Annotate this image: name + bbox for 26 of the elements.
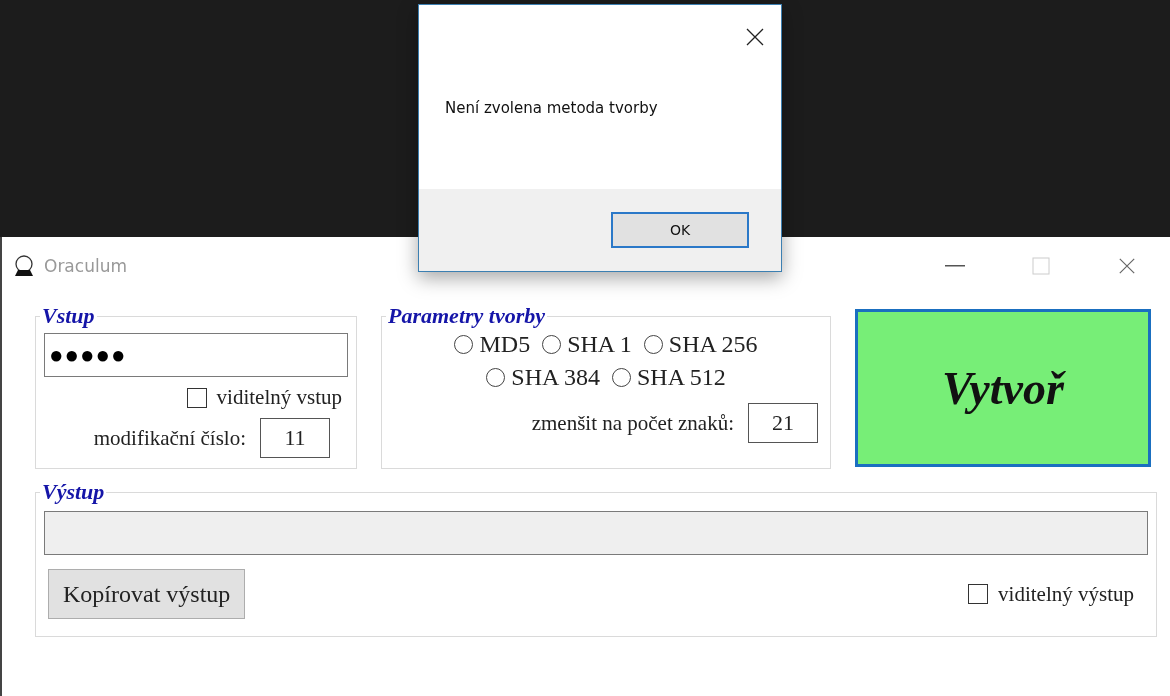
ok-button[interactable]: OK	[611, 212, 749, 248]
minimize-icon[interactable]	[945, 265, 965, 267]
create-button[interactable]: Vytvoř	[855, 309, 1151, 467]
length-field[interactable]: 21	[748, 403, 818, 443]
copy-output-button[interactable]: Kopírovat výstup	[48, 569, 246, 619]
group-legend: Vstup	[40, 303, 97, 329]
window-title: Oraculum	[44, 256, 127, 276]
close-icon[interactable]	[745, 27, 765, 47]
method-radio[interactable]: SHA 512	[612, 364, 726, 391]
method-radio[interactable]: MD5	[454, 331, 531, 358]
visible-output-checkbox[interactable]: viditelný výstup	[968, 581, 1134, 607]
method-radio[interactable]: SHA 256	[643, 331, 758, 358]
dialog-message: Není zvolena metoda tvorby	[445, 99, 659, 117]
checkbox[interactable]	[186, 387, 207, 408]
method-radio[interactable]: SHA 384	[486, 364, 600, 391]
modifier-label: modifikační číslo:	[93, 425, 246, 451]
password-field[interactable]: ●●●●●	[44, 333, 348, 377]
output-field[interactable]	[44, 511, 1148, 555]
group-legend: Parametry tvorby	[386, 303, 548, 329]
length-label: zmenšit na počet znaků:	[531, 410, 734, 436]
method-radio[interactable]: SHA 1	[542, 331, 632, 358]
checkbox[interactable]	[968, 584, 989, 604]
modifier-field[interactable]: 11	[260, 418, 330, 458]
visible-input-checkbox[interactable]: viditelný vstup	[186, 385, 342, 410]
group-legend: Výstup	[40, 479, 107, 505]
crystal-ball-icon	[12, 254, 36, 278]
